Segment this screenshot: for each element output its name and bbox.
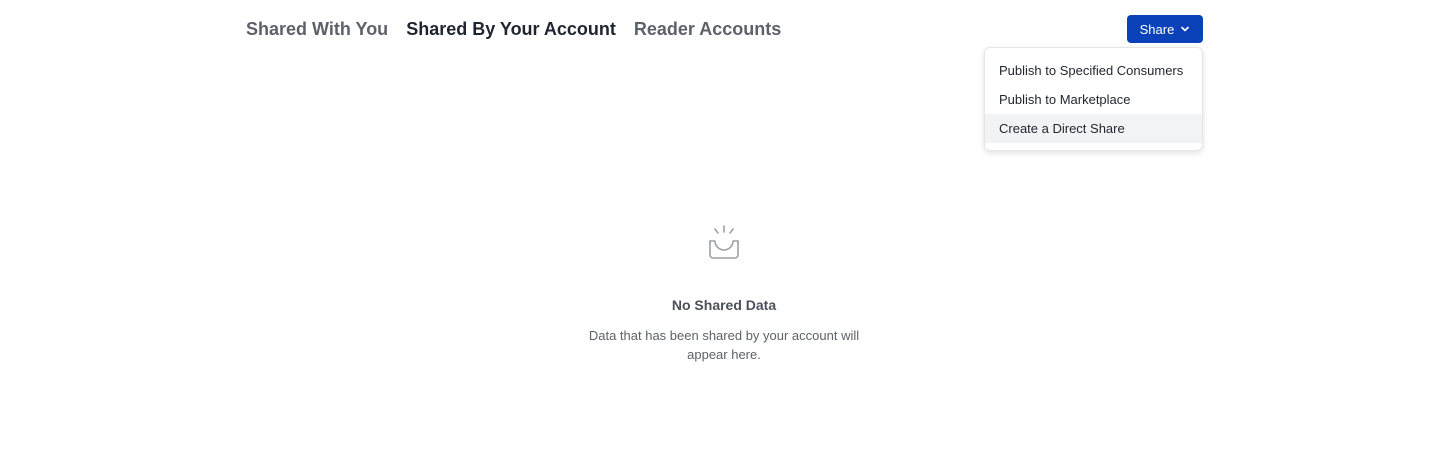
empty-state-title: No Shared Data bbox=[671, 297, 777, 313]
menu-item-publish-specified-consumers[interactable]: Publish to Specified Consumers bbox=[985, 56, 1202, 85]
share-button-label: Share bbox=[1139, 21, 1175, 37]
tab-reader-accounts[interactable]: Reader Accounts bbox=[634, 17, 781, 41]
empty-inbox-icon bbox=[709, 225, 739, 259]
menu-item-publish-marketplace[interactable]: Publish to Marketplace bbox=[985, 85, 1202, 114]
share-button[interactable]: Share bbox=[1127, 15, 1203, 43]
tab-bar: Shared With You Shared By Your Account R… bbox=[246, 17, 781, 41]
empty-state: No Shared Data Data that has been shared… bbox=[573, 222, 875, 364]
tab-shared-with-you[interactable]: Shared With You bbox=[246, 17, 388, 41]
tab-shared-by-your-account[interactable]: Shared By Your Account bbox=[406, 17, 616, 41]
share-dropdown-menu: Publish to Specified Consumers Publish t… bbox=[984, 47, 1203, 151]
page: Shared With You Shared By Your Account R… bbox=[0, 0, 1455, 465]
empty-state-description: Data that has been shared by your accoun… bbox=[588, 328, 860, 362]
menu-item-create-direct-share[interactable]: Create a Direct Share bbox=[985, 114, 1202, 143]
chevron-down-icon bbox=[1180, 24, 1190, 34]
